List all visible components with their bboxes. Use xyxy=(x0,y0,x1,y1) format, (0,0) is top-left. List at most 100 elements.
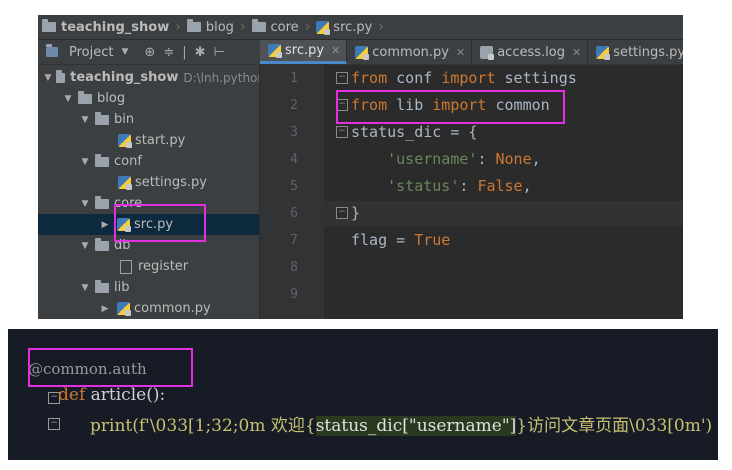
tab-label: common.py xyxy=(372,44,449,60)
close-icon[interactable]: ✕ xyxy=(456,46,465,59)
tab-common-py[interactable]: common.py ✕ xyxy=(347,40,473,64)
print-close: }访问文章页面\033[0m') xyxy=(516,416,713,436)
breadcrumb-project[interactable]: teaching_show xyxy=(38,15,175,39)
target-icon[interactable]: ⊕ xyxy=(144,45,155,60)
breadcrumb-label: core xyxy=(270,19,299,35)
gear-icon[interactable]: ✱ xyxy=(195,45,206,60)
string-token: 'status' xyxy=(387,177,460,195)
breadcrumb-core[interactable]: core xyxy=(248,15,305,39)
chevron-down-icon[interactable]: ▼ xyxy=(79,241,91,251)
highlight-box-import xyxy=(336,90,565,124)
python-file-icon xyxy=(316,20,331,35)
chevron-down-icon[interactable]: ▼ xyxy=(79,157,91,167)
line-number: 5 xyxy=(290,179,298,194)
code-line: from conf import settings xyxy=(351,69,577,87)
def-signature: article(): xyxy=(85,385,166,405)
folder-icon xyxy=(42,19,56,32)
line-number: 9 xyxy=(290,287,298,302)
project-view-label[interactable]: Project xyxy=(69,45,113,60)
breadcrumb-blog[interactable]: blog xyxy=(183,15,240,39)
fold-icon[interactable]: − xyxy=(48,418,60,430)
chevron-down-icon[interactable]: ▼ xyxy=(121,47,128,57)
print-expression: status_dic["username"] xyxy=(315,416,517,436)
breadcrumb-label: teaching_show xyxy=(61,19,170,35)
folder-icon xyxy=(78,90,92,104)
chevron-down-icon[interactable]: ▼ xyxy=(62,94,74,104)
keyword-token: from xyxy=(351,69,388,87)
code-token: : xyxy=(477,150,496,168)
tree-item-label: blog xyxy=(97,91,126,106)
fold-icon[interactable]: − xyxy=(336,207,348,219)
editor-tabs: src.py ✕ common.py ✕ access.log ✕ settings.… xyxy=(260,40,683,64)
current-line-highlight xyxy=(324,201,683,226)
ide-window: teaching_show › blog › core › src.py › P… xyxy=(38,15,683,319)
breadcrumb: teaching_show › blog › core › src.py › xyxy=(38,15,683,40)
code-token: : xyxy=(459,177,478,195)
folder-icon xyxy=(95,111,109,125)
keyword-token: None xyxy=(495,150,532,168)
python-file-icon xyxy=(118,176,132,190)
folder-icon xyxy=(186,19,201,32)
log-file-icon xyxy=(480,45,495,60)
code-line: 'username': None, xyxy=(351,150,541,168)
code-token: conf xyxy=(387,69,442,87)
tab-access-log[interactable]: access.log ✕ xyxy=(472,40,589,64)
project-tree: ▼ teaching_show D:\lnh.python ▼ blog ▼ bin s… xyxy=(38,65,320,319)
tab-settings-py[interactable]: settings.py✕ xyxy=(588,40,683,64)
python-file-icon xyxy=(118,134,132,148)
hide-icon[interactable]: ⊢ xyxy=(214,45,225,60)
line-number: 8 xyxy=(290,260,298,275)
chevron-down-icon[interactable]: ▼ xyxy=(44,73,52,83)
chevron-down-icon[interactable]: ▼ xyxy=(79,199,91,209)
text-file-icon xyxy=(120,259,132,274)
tree-item-blog[interactable]: ▼ blog xyxy=(38,88,283,109)
folder-icon xyxy=(251,19,266,32)
fold-icon[interactable]: − xyxy=(336,72,348,84)
code-line: } xyxy=(351,204,360,222)
tab-src-py[interactable]: src.py ✕ xyxy=(260,40,348,64)
project-panel-header: Project ▼ ⊕ ≑ | ✱ ⊢ xyxy=(38,40,260,64)
divider-icon: | xyxy=(182,44,187,60)
chevron-down-icon[interactable]: ▼ xyxy=(79,283,91,293)
chevron-down-icon[interactable]: ▼ xyxy=(79,115,91,125)
tree-item-label: start.py xyxy=(135,133,186,148)
tree-item-label: bin xyxy=(114,112,135,127)
code-snippet: @common.auth − def article(): − print(f'… xyxy=(8,329,718,460)
close-icon[interactable]: ✕ xyxy=(572,46,581,59)
breadcrumb-file[interactable]: src.py xyxy=(312,15,378,39)
folder-icon xyxy=(95,153,109,167)
python-file-icon xyxy=(117,302,131,316)
collapse-icon[interactable]: ≑ xyxy=(163,45,174,60)
line-number: 1 xyxy=(290,71,298,86)
print-function: print xyxy=(90,416,133,436)
line-number: 3 xyxy=(290,125,298,140)
tab-label: access.log xyxy=(497,44,565,60)
chevron-right-icon: › xyxy=(378,19,384,35)
folder-icon xyxy=(95,279,109,293)
python-file-icon xyxy=(268,44,282,58)
close-icon[interactable]: ✕ xyxy=(331,44,340,57)
folder-icon xyxy=(95,195,109,209)
keyword-token: True xyxy=(414,231,451,249)
folder-icon xyxy=(55,69,66,83)
code-token: , xyxy=(522,177,532,195)
python-file-icon xyxy=(355,45,370,60)
tree-item-label: teaching_show xyxy=(70,70,179,85)
line-number: 4 xyxy=(290,152,298,167)
chevron-right-icon[interactable]: ▶ xyxy=(99,304,111,314)
python-file-icon xyxy=(596,45,611,60)
chevron-right-icon[interactable]: ▶ xyxy=(99,220,111,230)
tree-item-label: register xyxy=(138,259,189,274)
breadcrumb-label: src.py xyxy=(333,19,373,35)
keyword-token: False xyxy=(477,177,523,195)
chevron-right-icon: › xyxy=(239,19,246,35)
code-token: status_dic = { xyxy=(351,123,478,141)
fold-icon[interactable]: − xyxy=(336,126,348,138)
code-line: 'status': False, xyxy=(351,177,532,195)
tree-item-teaching-show[interactable]: ▼ teaching_show D:\lnh.python xyxy=(38,67,265,88)
tree-item-label: settings.py xyxy=(135,175,207,190)
highlight-box-decorator xyxy=(28,348,193,387)
toolbar-row: Project ▼ ⊕ ≑ | ✱ ⊢ src.py ✕ common.py ✕ a… xyxy=(38,40,683,65)
keyword-token: import xyxy=(441,69,496,87)
